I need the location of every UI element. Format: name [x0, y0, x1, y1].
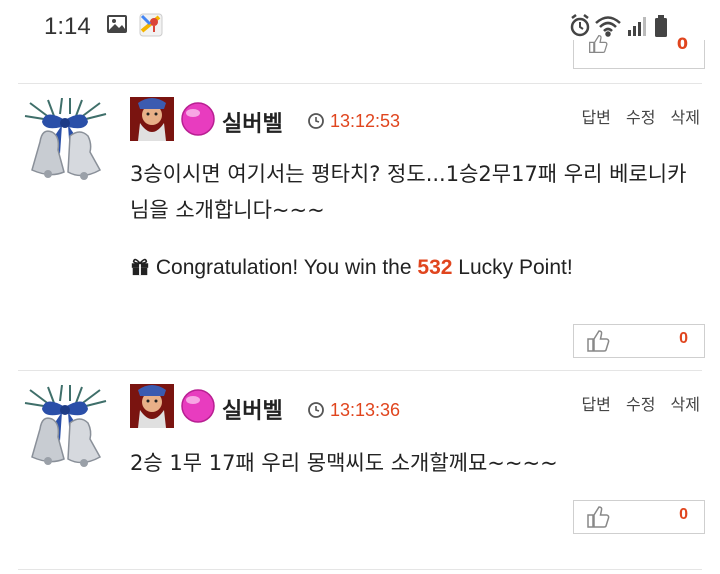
gift-icon: [131, 258, 149, 276]
reply-link[interactable]: 답변: [581, 108, 610, 127]
comment-time: 13:12:53: [330, 111, 401, 131]
like-button-partial[interactable]: 0: [573, 34, 705, 69]
lucky-points: 532: [417, 256, 453, 279]
christmas-bells-avatar: [24, 385, 107, 467]
wifi-icon: [595, 16, 621, 37]
like-count: 0: [679, 330, 688, 347]
candy-badge-icon: [181, 389, 215, 423]
battery-icon: [655, 15, 667, 37]
alarm-icon: [570, 14, 590, 37]
clock-icon: [308, 113, 324, 129]
comment-actions: 답변 수정 삭제: [571, 104, 700, 128]
candy-badge-icon: [181, 102, 215, 136]
thumbs-up-icon: [587, 330, 610, 352]
lucky-point-message: Congratulation! You win the 532 Lucky Po…: [130, 256, 573, 280]
divider: [18, 569, 702, 570]
lucky-prefix: Congratulation! You win the: [155, 256, 412, 279]
edit-link[interactable]: 수정: [626, 395, 655, 414]
comment-time: 13:13:36: [330, 400, 401, 420]
comment-actions: 답변 수정 삭제: [571, 391, 700, 415]
maps-icon: [139, 13, 163, 37]
level-badge-icon: [130, 97, 174, 141]
clock-icon: [308, 402, 324, 418]
gallery-icon: [107, 15, 127, 33]
thumbs-up-icon: [589, 35, 608, 53]
thumbs-up-icon: [587, 506, 610, 528]
like-button[interactable]: 0: [573, 500, 705, 534]
delete-link[interactable]: 삭제: [671, 395, 700, 414]
like-count: 0: [679, 506, 688, 523]
level-badge-icon: [130, 384, 174, 428]
comment-item: 실버벨 13:13:36 답변 수정 삭제 2승 1무 17패 우리 몽맥씨도 …: [0, 371, 720, 561]
edit-link[interactable]: 수정: [626, 108, 655, 127]
like-count: 0: [676, 34, 688, 53]
lucky-suffix: Lucky Point!: [458, 256, 573, 279]
nickname[interactable]: 실버벨: [222, 393, 283, 425]
delete-link[interactable]: 삭제: [671, 108, 700, 127]
signal-icon: [628, 17, 646, 36]
like-button[interactable]: 0: [573, 324, 705, 358]
reply-link[interactable]: 답변: [581, 395, 610, 414]
status-time: 1:14: [44, 13, 91, 40]
comment-item: 실버벨 13:12:53 답변 수정 삭제 3승이시면 여기서는 평타치? 정도…: [0, 84, 720, 369]
comment-body: 3승이시면 여기서는 평타치? 정도...1승2무17패 우리 베로니카님을 소…: [130, 162, 687, 222]
christmas-bells-avatar: [24, 98, 107, 180]
comment-body: 2승 1무 17패 우리 몽맥씨도 소개할께묘~~~~: [130, 451, 558, 475]
nickname[interactable]: 실버벨: [222, 106, 283, 138]
